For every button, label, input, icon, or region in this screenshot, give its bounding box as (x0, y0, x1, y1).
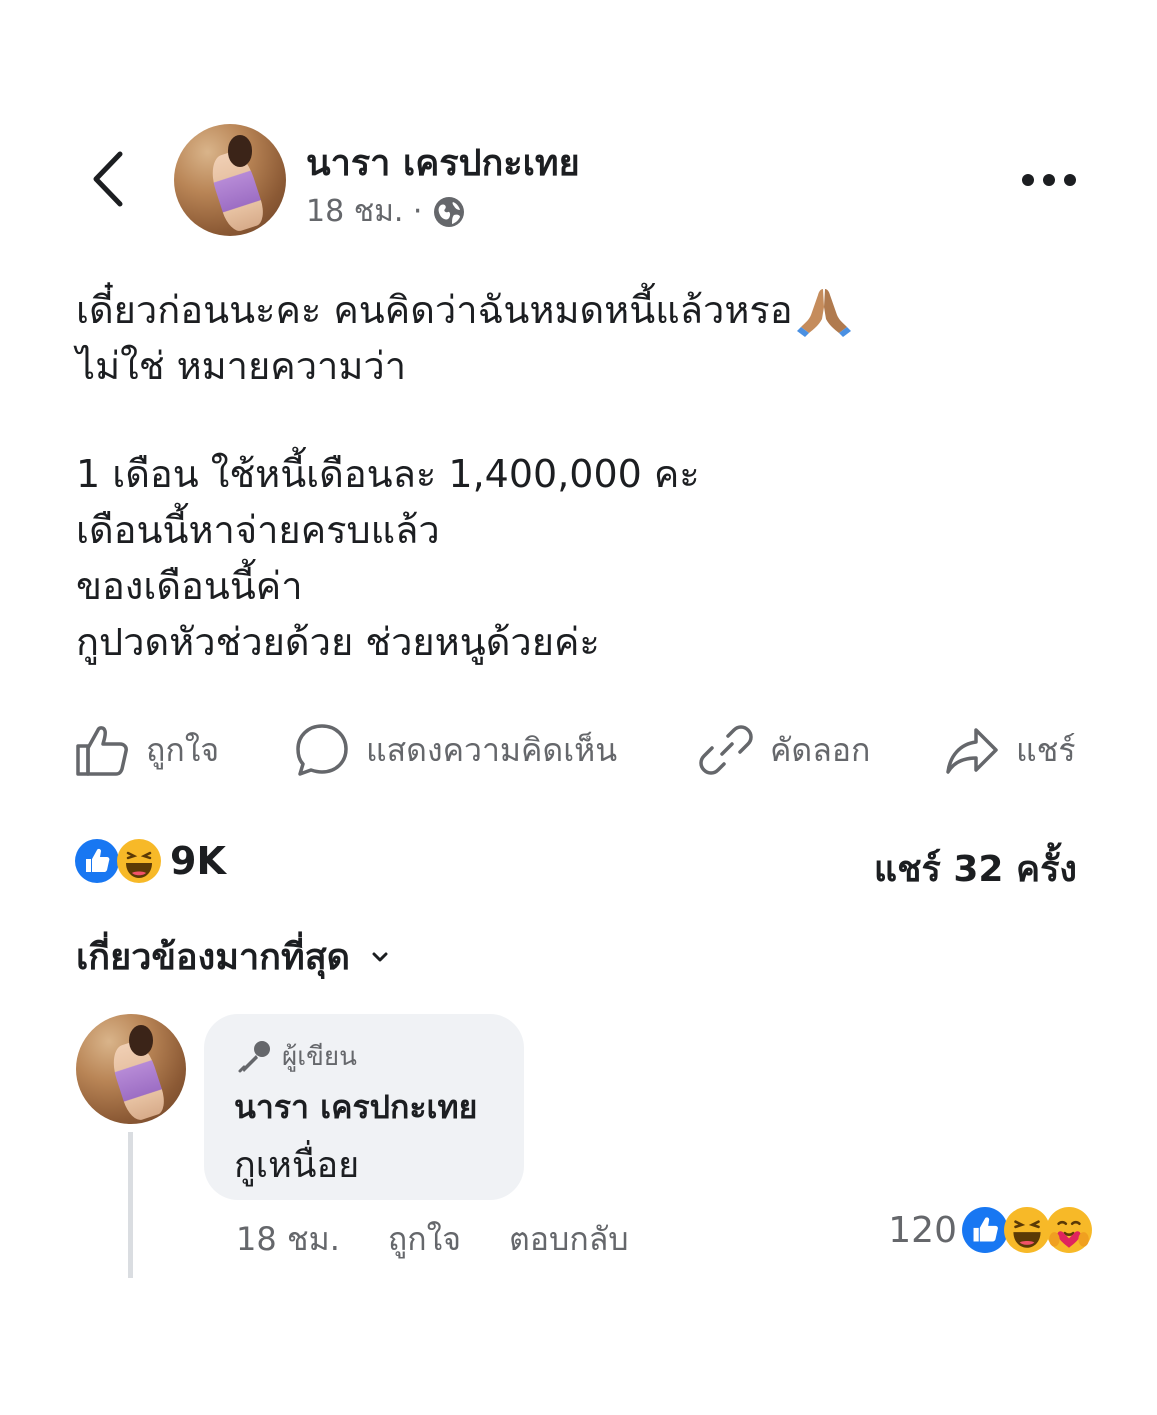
comment-button[interactable]: แสดงความคิดเห็น (294, 718, 617, 782)
post-line: ของเดือนนี้ค่า (76, 564, 303, 608)
author-avatar[interactable] (174, 124, 286, 236)
thumbs-up-icon (76, 726, 128, 776)
comment-time: 18 ชม. (236, 1220, 340, 1258)
comment-sort-dropdown[interactable]: เกี่ยวข้องมากที่สุด (76, 928, 394, 985)
comment-author-avatar[interactable] (76, 1014, 186, 1124)
reactions-summary[interactable]: 9K (74, 838, 226, 884)
comment-bubble-icon (296, 724, 348, 776)
like-reaction-icon (962, 1207, 1008, 1253)
like-reaction-icon (75, 839, 119, 883)
post-line: เดือนนี้หาจ่ายครบแล้ว (76, 508, 440, 552)
comment-author-name[interactable]: นารา เครปกะเทย (234, 1082, 477, 1133)
share-count[interactable]: แชร์ 32 ครั้ง (874, 840, 1077, 897)
post-line: เดี๋ยวก่อนนะคะ คนคิดว่าฉันหมดหนี้แล้วหรอ (76, 288, 793, 332)
back-arrow-icon[interactable] (84, 148, 136, 210)
care-reaction-icon (1046, 1207, 1092, 1253)
copy-label: คัดลอก (770, 730, 871, 769)
comment-reactions[interactable]: 120 (888, 1206, 1093, 1254)
comment-reaction-count: 120 (888, 1209, 957, 1251)
post-line: ไม่ใช่ หมายความว่า (76, 344, 407, 388)
thread-line (128, 1132, 133, 1278)
like-button[interactable]: ถูกใจ (74, 718, 219, 782)
comment-like-button[interactable]: ถูกใจ (388, 1214, 461, 1265)
haha-reaction-icon (117, 839, 161, 883)
microphone-icon (238, 1040, 270, 1072)
share-label: แชร์ (1016, 730, 1076, 769)
chevron-down-icon (372, 952, 388, 961)
more-options-icon[interactable] (1020, 170, 1078, 190)
sort-label: เกี่ยวข้องมากที่สุด (76, 937, 351, 978)
share-button[interactable]: แชร์ (944, 718, 1076, 782)
share-arrow-icon (946, 728, 998, 774)
post-time[interactable]: 18 ชม. · (306, 188, 422, 235)
comment-meta: 18 ชม. ถูกใจ ตอบกลับ (236, 1214, 629, 1265)
haha-reaction-icon (1004, 1207, 1050, 1253)
reaction-count: 9K (170, 839, 226, 883)
folded-hands-emoji-icon (796, 289, 851, 337)
post-body: เดี๋ยวก่อนนะคะ คนคิดว่าฉันหมดหนี้แล้วหรอ… (76, 282, 851, 670)
comment-label: แสดงความคิดเห็น (366, 730, 618, 769)
post-line: 1 เดือน ใช้หนี้เดือนละ 1,400,000 คะ (76, 452, 700, 496)
author-badge: ผู้เขียน (236, 1036, 357, 1077)
globe-icon (434, 196, 465, 227)
comment-reply-button[interactable]: ตอบกลับ (509, 1214, 629, 1265)
comment-text: กูเหนื่อย (234, 1145, 360, 1186)
badge-label: ผู้เขียน (282, 1042, 357, 1072)
link-icon (699, 725, 753, 775)
like-label: ถูกใจ (146, 730, 220, 769)
copy-link-button[interactable]: คัดลอก (698, 718, 870, 782)
post-author-name[interactable]: นารา เครปกะเทย (306, 134, 580, 191)
post-meta: 18 ชม. · (306, 188, 466, 235)
post-line: กูปวดหัวช่วยด้วย ช่วยหนูด้วยค่ะ (76, 620, 600, 664)
